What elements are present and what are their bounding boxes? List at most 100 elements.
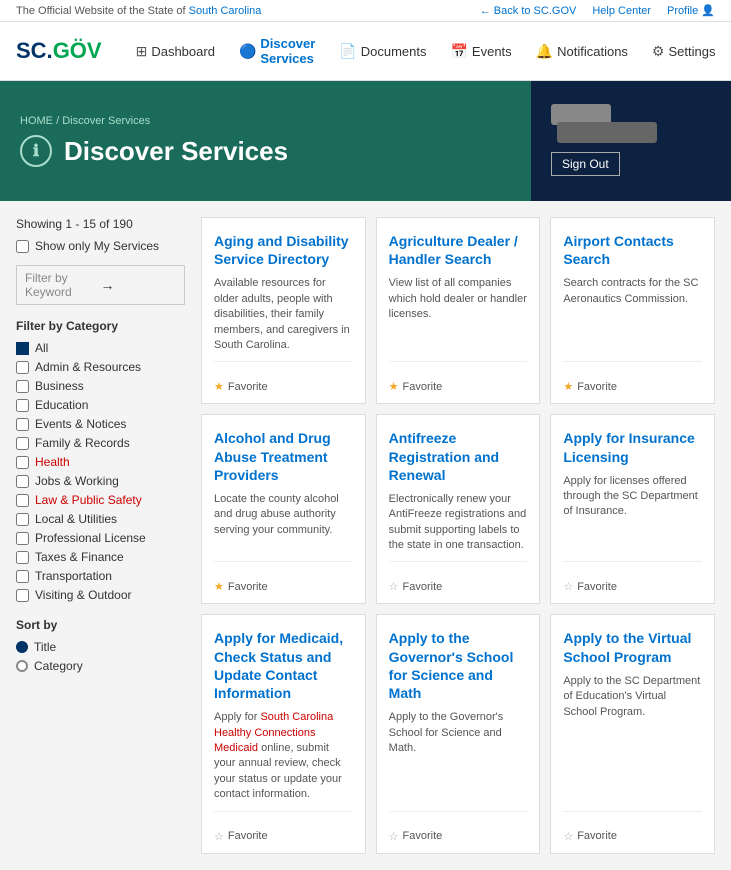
card-favorite[interactable]: ☆ Favorite — [389, 830, 528, 843]
professional-checkbox[interactable] — [16, 532, 29, 545]
taxes-checkbox[interactable] — [16, 551, 29, 564]
keyword-placeholder: Filter by Keyword — [25, 271, 101, 299]
category-transportation[interactable]: Transportation — [16, 569, 185, 583]
law-label: Law & Public Safety — [35, 493, 142, 507]
card-desc: Apply for South Carolina Healthy Connect… — [214, 710, 353, 802]
card-favorite[interactable]: ★ Favorite — [214, 380, 353, 393]
jobs-checkbox[interactable] — [16, 475, 29, 488]
username-redacted — [557, 122, 657, 143]
business-checkbox[interactable] — [16, 380, 29, 393]
documents-icon: 📄 — [339, 43, 356, 60]
category-events[interactable]: Events & Notices — [16, 417, 185, 431]
card-favorite[interactable]: ☆ Favorite — [389, 580, 528, 593]
star-icon: ★ — [214, 580, 224, 593]
star-icon: ☆ — [389, 580, 399, 593]
category-admin[interactable]: Admin & Resources — [16, 360, 185, 374]
card-title[interactable]: Apply to the Governor's School for Scien… — [389, 629, 528, 702]
page-title: ℹ Discover Services — [20, 135, 511, 167]
my-services-label: Show only My Services — [35, 239, 159, 253]
profile-link[interactable]: Profile 👤 — [667, 4, 715, 17]
category-local[interactable]: Local & Utilities — [16, 512, 185, 526]
card-governors-school: Apply to the Governor's School for Scien… — [376, 614, 541, 853]
card-title[interactable]: Alcohol and Drug Abuse Treatment Provide… — [214, 429, 353, 484]
admin-checkbox[interactable] — [16, 361, 29, 374]
category-taxes[interactable]: Taxes & Finance — [16, 550, 185, 564]
card-title[interactable]: Apply for Insurance Licensing — [563, 429, 702, 465]
card-title[interactable]: Aging and Disability Service Directory — [214, 232, 353, 268]
category-business[interactable]: Business — [16, 379, 185, 393]
arrow-icon: → — [101, 277, 177, 293]
category-health[interactable]: Health — [16, 455, 185, 469]
my-services-filter[interactable]: Show only My Services — [16, 239, 185, 253]
category-filter-title: Filter by Category — [16, 319, 185, 333]
card-insurance-licensing: Apply for Insurance Licensing Apply for … — [550, 414, 715, 604]
results-count: Showing 1 - 15 of 190 — [16, 217, 185, 231]
category-law[interactable]: Law & Public Safety — [16, 493, 185, 507]
sort-title-option[interactable]: Title — [16, 640, 185, 654]
card-desc: Apply to the SC Department of Education'… — [563, 674, 702, 803]
card-favorite[interactable]: ☆ Favorite — [563, 830, 702, 843]
card-desc: Search contracts for the SC Aeronautics … — [563, 276, 702, 353]
main-content: Showing 1 - 15 of 190 Show only My Servi… — [0, 201, 731, 870]
dashboard-icon: ⊞ — [136, 43, 148, 60]
category-family[interactable]: Family & Records — [16, 436, 185, 450]
nav-discover-services[interactable]: 🔵 Discover Services — [229, 30, 325, 72]
family-checkbox[interactable] — [16, 437, 29, 450]
nav-dashboard[interactable]: ⊞ Dashboard — [126, 37, 225, 66]
hero-banner: HOME / Discover Services ℹ Discover Serv… — [0, 81, 731, 201]
top-bar-right: ← Back to SC.GOV Help Center Profile 👤 — [480, 4, 715, 17]
card-favorite[interactable]: ★ Favorite — [214, 580, 353, 593]
sign-out-button[interactable]: Sign Out — [551, 152, 620, 176]
law-checkbox[interactable] — [16, 494, 29, 507]
nav-notifications[interactable]: 🔔 Notifications — [526, 37, 638, 66]
main-nav: ⊞ Dashboard 🔵 Discover Services 📄 Docume… — [126, 30, 726, 72]
category-visiting[interactable]: Visiting & Outdoor — [16, 588, 185, 602]
card-airport-contacts: Airport Contacts Search Search contracts… — [550, 217, 715, 404]
healthy-connections-link[interactable]: South Carolina Healthy Connections Medic… — [214, 711, 333, 754]
all-checkbox-filled — [16, 342, 29, 355]
category-education[interactable]: Education — [16, 398, 185, 412]
category-all[interactable]: All — [16, 341, 185, 355]
card-desc: View list of all companies which hold de… — [389, 276, 528, 353]
my-services-checkbox[interactable] — [16, 240, 29, 253]
card-desc: Locate the county alcohol and drug abuse… — [214, 492, 353, 554]
help-center[interactable]: Help Center — [592, 5, 651, 17]
breadcrumb-home[interactable]: HOME — [20, 115, 53, 127]
sort-category-radio[interactable] — [16, 660, 28, 672]
card-favorite[interactable]: ☆ Favorite — [563, 580, 702, 593]
nav-documents[interactable]: 📄 Documents — [329, 37, 436, 66]
user-greeting: Hi, — [551, 106, 711, 142]
notifications-icon: 🔔 — [536, 43, 553, 60]
category-jobs[interactable]: Jobs & Working — [16, 474, 185, 488]
visiting-checkbox[interactable] — [16, 589, 29, 602]
nav-events[interactable]: 📅 Events — [440, 37, 521, 66]
transportation-checkbox[interactable] — [16, 570, 29, 583]
card-favorite[interactable]: ☆ Favorite — [214, 830, 353, 843]
card-title[interactable]: Airport Contacts Search — [563, 232, 702, 268]
card-favorite[interactable]: ★ Favorite — [563, 380, 702, 393]
category-professional[interactable]: Professional License — [16, 531, 185, 545]
card-favorite[interactable]: ★ Favorite — [389, 380, 528, 393]
card-title[interactable]: Agriculture Dealer / Handler Search — [389, 232, 528, 268]
nav-settings[interactable]: ⚙ Settings — [642, 37, 726, 66]
star-icon: ☆ — [563, 830, 573, 843]
card-title[interactable]: Apply to the Virtual School Program — [563, 629, 702, 665]
education-checkbox[interactable] — [16, 399, 29, 412]
settings-icon: ⚙ — [652, 43, 665, 60]
sort-title-radio[interactable] — [16, 641, 28, 653]
events-checkbox[interactable] — [16, 418, 29, 431]
breadcrumb: HOME / Discover Services — [20, 115, 511, 127]
star-icon: ☆ — [389, 830, 399, 843]
keyword-filter[interactable]: Filter by Keyword → — [16, 265, 185, 305]
logo[interactable]: SC.GÖV — [16, 38, 102, 64]
sort-category-option[interactable]: Category — [16, 659, 185, 673]
health-checkbox[interactable] — [16, 456, 29, 469]
card-title[interactable]: Apply for Medicaid, Check Status and Upd… — [214, 629, 353, 702]
card-desc: Available resources for older adults, pe… — [214, 276, 353, 353]
sort-section: Sort by Title Category — [16, 618, 185, 673]
back-to-scgov[interactable]: ← Back to SC.GOV — [480, 5, 577, 17]
local-checkbox[interactable] — [16, 513, 29, 526]
card-desc: Electronically renew your AntiFreeze reg… — [389, 492, 528, 554]
card-title[interactable]: Antifreeze Registration and Renewal — [389, 429, 528, 484]
state-link[interactable]: South Carolina — [189, 5, 262, 17]
